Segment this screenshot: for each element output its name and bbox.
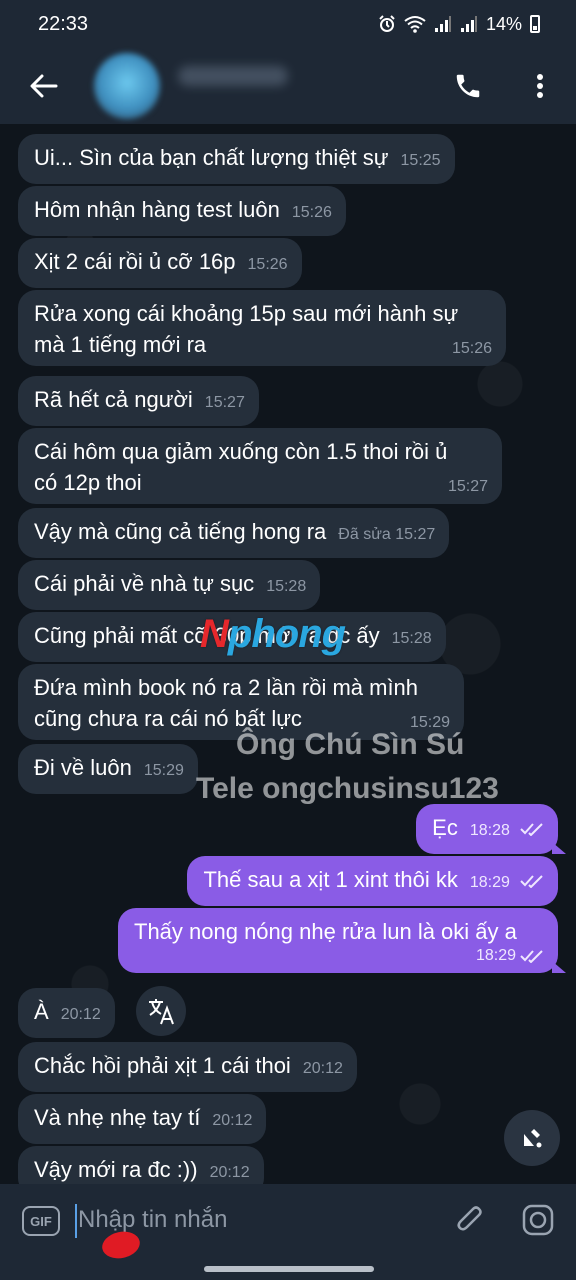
alarm-icon [379,15,395,32]
message-time: 15:28 [391,630,432,647]
message-time: 18:28 [469,822,510,839]
message-time: 15:27 [204,394,245,411]
read-checkmark-icon [520,823,543,837]
status-icons: 14% [378,14,540,35]
watermark-logo: Nphong [200,612,346,656]
message-bubble-incoming[interactable]: Ui... Sìn của bạn chất lượng thiệt sự 15:… [18,134,455,184]
paperclip-icon[interactable] [452,1202,488,1238]
status-time: 22:33 [38,12,89,35]
read-checkmark-icon [520,875,543,889]
message-time: 20:12 [209,1164,250,1181]
watermark-text-contact: Tele ongchusinsu123 [196,772,499,805]
watermark-text-name: Ông Chú Sìn Sú [236,728,465,761]
chat-header [0,48,576,124]
home-indicator [204,1266,374,1272]
message-time: 15:25 [400,152,441,169]
message-bubble-incoming[interactable]: Chắc hồi phải xịt 1 cái thoi 20:12 [18,1042,357,1092]
message-time: 15:28 [266,578,307,595]
message-bubble-incoming[interactable]: Cái phải về nhà tự sục 15:28 [18,560,321,610]
back-arrow-icon[interactable] [24,66,64,106]
message-bubble-incoming[interactable]: Rã hết cả người 15:27 [18,376,259,426]
message-bubble-incoming[interactable]: Và nhẹ nhẹ tay tí 20:12 [18,1094,267,1144]
message-list[interactable]: Ui... Sìn của bạn chất lượng thiệt sự 15:… [0,124,576,1184]
message-bubble-incoming[interactable]: Xịt 2 cái rồi ủ cỡ 16p 15:26 [18,238,302,288]
camera-icon[interactable] [520,1202,556,1238]
read-checkmark-icon [520,950,543,963]
battery-icon [530,15,540,33]
more-vert-icon[interactable] [520,66,560,106]
message-bubble-outgoing[interactable]: Thế sau a xịt 1 xint thôi kk 18:29 [187,856,558,906]
message-time: 20:12 [212,1112,253,1129]
translate-icon [149,999,174,1025]
message-bubble-incoming[interactable]: Vậy mà cũng cả tiếng hong ra Đã sửa 15:27 [18,508,450,558]
message-bubble-incoming[interactable]: Vậy mới ra đc :)) 20:12 [18,1146,264,1184]
signal-icon-2 [460,16,477,32]
message-time: 15:26 [291,204,332,221]
message-composer: GIF [0,1184,576,1280]
message-bubble-incoming[interactable]: Hôm nhận hàng test luôn 15:26 [18,186,346,236]
message-time: 20:12 [60,1006,101,1023]
message-bubble-incoming[interactable]: Rửa xong cái khoảng 15p sau mới hành sự … [18,290,506,366]
message-time: 15:26 [247,256,288,273]
message-bubble-incoming[interactable]: À 20:12 [18,988,115,1038]
ai-sparkle-icon [524,1129,542,1148]
message-time: 18:29 [469,874,510,891]
scroll-to-mention-button[interactable] [504,1110,560,1166]
translate-button[interactable] [136,986,186,1036]
contact-avatar[interactable] [94,53,160,119]
battery-percent: 14% [485,13,522,34]
phone-icon[interactable] [448,66,488,106]
signal-icon-1 [434,16,451,32]
message-time: 20:12 [302,1060,343,1077]
message-bubble-incoming[interactable]: Đi về luôn 15:29 [18,744,198,794]
wifi-icon [404,16,426,33]
text-cursor [75,1204,77,1238]
message-time: 18:29 [475,947,516,964]
message-time: 15:29 [143,762,184,779]
message-time: Đã sửa 15:27 [338,526,436,543]
message-bubble-incoming[interactable]: Cái hôm qua giảm xuống còn 1.5 thoi rồi … [18,428,502,504]
status-bar: 22:33 14% [0,0,576,48]
message-bubble-outgoing[interactable]: Ẹc 18:28 [416,804,566,854]
message-bubble-outgoing[interactable]: Thấy nong nóng nhẹ rửa lun là oki ấy a 1… [118,908,566,973]
gif-button[interactable]: GIF [22,1206,60,1236]
contact-name[interactable] [178,66,288,86]
